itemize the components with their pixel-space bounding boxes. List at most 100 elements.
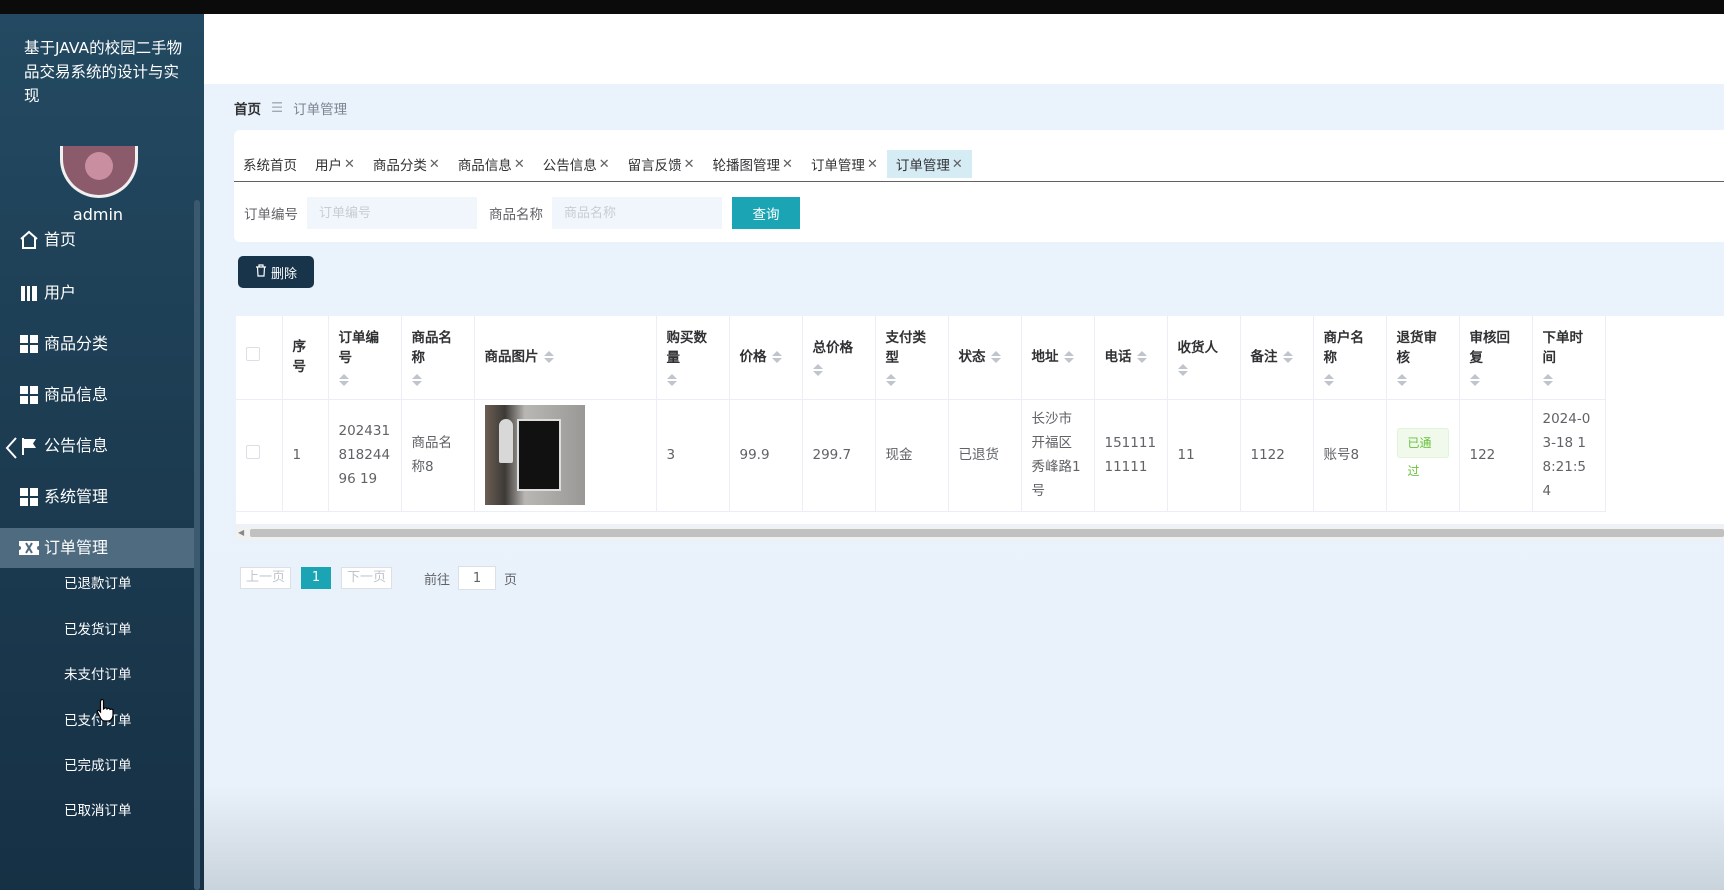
subnav-paid-orders[interactable]: 已支付订单 [64,709,194,729]
tab-user[interactable]: 用户 ✕ [306,150,364,178]
nav-item-label: 用户 [44,283,77,302]
sort-icon[interactable] [338,374,349,387]
breadcrumb-home[interactable]: 首页 [234,98,261,118]
nav-item-system[interactable]: 系统管理 [0,477,196,517]
subnav-cancelled-orders[interactable]: 已取消订单 [64,799,194,819]
sort-icon[interactable] [1177,364,1188,377]
tab-orders-active[interactable]: 订单管理 ✕ [886,150,972,178]
column-header[interactable]: 电话 [1094,316,1168,400]
column-header[interactable]: 退货审核 [1386,316,1460,400]
sort-icon[interactable] [411,374,422,387]
nav-item-orders[interactable]: 订单管理 [0,528,196,568]
sort-icon[interactable] [1282,351,1293,364]
column-header[interactable]: 收货人 [1167,316,1241,400]
column-header[interactable]: 商户名称 [1313,316,1387,400]
column-header[interactable]: 总价格 [802,316,876,400]
page-number-button[interactable]: 1 [301,567,332,589]
cell-pay-type: 现金 [875,399,949,512]
select-all-checkbox[interactable] [246,347,260,362]
search-bar: 订单编号 商品名称 查询 [244,197,800,229]
tab-carousel[interactable]: 轮播图管理 ✕ [704,150,802,178]
close-icon[interactable]: ✕ [952,157,963,172]
column-header[interactable]: 状态 [948,316,1022,400]
chevron-left-icon[interactable] [4,436,18,459]
sort-icon[interactable] [1396,374,1407,387]
avatar[interactable] [60,146,138,198]
product-thumbnail[interactable] [484,405,585,505]
sort-icon[interactable] [666,374,677,387]
tab-feedback[interactable]: 留言反馈 ✕ [619,150,704,178]
nav-item-user[interactable]: 用户 [0,273,196,313]
row-checkbox[interactable] [246,445,260,459]
table-row[interactable]: 1 20243181824496 19 商品名称8 3 99.9 299.7 现… [236,399,1606,512]
cell-quantity: 3 [656,399,730,512]
goto-label: 前往 [424,572,451,588]
sort-icon[interactable] [1136,351,1147,364]
column-header[interactable]: 地址 [1021,316,1095,400]
close-icon[interactable]: ✕ [514,157,525,172]
query-button[interactable]: 查询 [732,197,800,229]
nav-item-category[interactable]: 商品分类 [0,324,196,364]
orders-table: 序号 订单编号 商品名称 商品图片 购买数量 价格 总价格 支付类型 状态 地址… [236,316,1724,524]
sort-icon[interactable] [990,351,1001,364]
column-header[interactable]: 审核回复 [1459,316,1533,400]
grid-icon [18,334,40,354]
close-icon[interactable]: ✕ [867,157,878,172]
sort-icon[interactable] [885,374,896,387]
column-header[interactable]: 备注 [1240,316,1314,400]
cell-index: 1 [282,399,329,512]
column-header[interactable]: 下单时间 [1532,316,1606,400]
nav-item-home[interactable]: 首页 [0,220,196,260]
next-page-button[interactable]: 下一页 [341,567,393,589]
goto-page-input[interactable] [458,566,497,590]
sort-icon[interactable] [543,351,554,364]
subnav-refunded-orders[interactable]: 已退款订单 [64,572,194,592]
prev-page-button[interactable]: 上一页 [240,567,292,589]
tab-category[interactable]: 商品分类 ✕ [364,150,449,178]
tab-notice[interactable]: 公告信息 ✕ [534,150,619,178]
scroll-left-icon[interactable]: ◀ [238,528,244,537]
tab-system-home[interactable]: 系统首页 [234,150,306,178]
sort-icon[interactable] [771,351,782,364]
sort-icon[interactable] [1323,374,1334,387]
column-header[interactable]: 商品名称 [401,316,475,400]
subnav-unpaid-orders[interactable]: 未支付订单 [64,663,194,683]
column-header[interactable]: 订单编号 [328,316,402,400]
sort-icon[interactable] [1469,374,1480,387]
nav-item-product[interactable]: 商品信息 [0,375,196,415]
subnav-completed-orders[interactable]: 已完成订单 [64,754,194,774]
subnav-shipped-orders[interactable]: 已发货订单 [64,618,194,638]
column-header[interactable]: 价格 [729,316,803,400]
close-icon[interactable]: ✕ [344,157,355,172]
product-name-input[interactable] [552,197,722,229]
close-icon[interactable]: ✕ [782,157,793,172]
tab-label: 商品信息 [457,158,512,174]
close-icon[interactable]: ✕ [599,157,610,172]
close-icon[interactable]: ✕ [684,157,695,172]
tab-product[interactable]: 商品信息 ✕ [449,150,534,178]
tab-label: 订单管理 [895,158,950,174]
column-header: 序号 [282,316,329,400]
cell-total: 299.7 [802,399,876,512]
nav-item-label: 订单管理 [44,538,109,557]
column-header[interactable]: 商品图片 [474,316,657,400]
sort-icon[interactable] [1542,374,1553,387]
column-header[interactable]: 支付类型 [875,316,949,400]
close-icon[interactable]: ✕ [429,157,440,172]
tab-label: 系统首页 [243,158,297,174]
order-no-input[interactable] [307,197,477,229]
breadcrumb-current: 订单管理 [293,102,348,118]
cell-address: 长沙市开福区秀峰路1号 [1021,399,1095,512]
scrollbar-thumb[interactable] [250,529,1724,537]
delete-button[interactable]: 删除 [238,256,314,288]
table-horizontal-scrollbar[interactable]: ◀ [236,526,1724,540]
tab-label: 用户 [315,158,342,174]
sort-icon[interactable] [1063,351,1074,364]
tab-orders[interactable]: 订单管理 ✕ [802,150,887,178]
sidebar-scrollbar[interactable] [194,200,200,890]
nav-item-notice[interactable]: 公告信息 [0,426,196,466]
sort-icon[interactable] [812,364,823,377]
cell-return-review: 已通过 [1386,399,1460,512]
sidebar: 基于JAVA的校园二手物品交易系统的设计与实现 admin 首页 用户 商品分类… [0,14,204,890]
column-header[interactable]: 购买数量 [656,316,730,400]
